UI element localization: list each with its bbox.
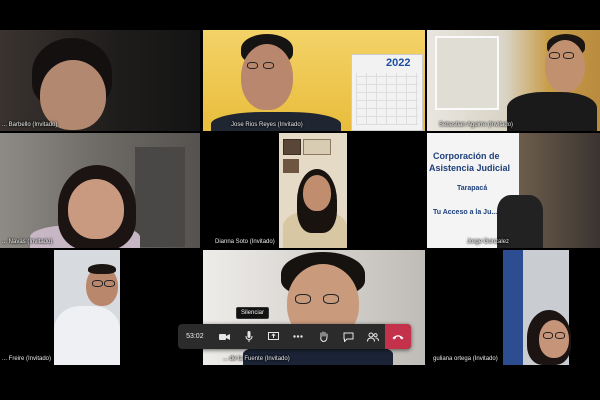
participant-tile[interactable]: ... Barbello (Invitado) [0, 30, 200, 131]
share-screen-icon [268, 332, 280, 340]
participant-tile[interactable]: guliana ortega (Invitado) [427, 250, 600, 365]
participant-tile[interactable]: ... Navas (Invitado) [0, 133, 200, 248]
raise-hand-icon [319, 331, 328, 342]
call-duration: 53:02 [186, 333, 204, 340]
participant-name: Sebastian Aguirre (Invitado) [439, 122, 514, 128]
participants-button[interactable] [360, 324, 385, 349]
participant-name: ... Barbello (Invitado) [2, 122, 58, 128]
participants-icon [366, 332, 379, 342]
chat-icon [343, 332, 353, 342]
raise-hand-button[interactable] [311, 324, 336, 349]
video-call-stage: ... Barbello (Invitado) 2022 Jose Rios R… [0, 0, 600, 400]
participant-name: Dianna Soto (Invitado) [215, 239, 275, 245]
participant-name: ... Freire (Invitado) [2, 356, 52, 362]
wall-calendar: 2022 [351, 54, 423, 131]
microphone-icon [245, 331, 253, 342]
participant-tile[interactable]: Dianna Soto (Invitado) [203, 133, 425, 248]
mute-button[interactable] [236, 324, 261, 349]
participant-name: ... Navas (Invitado) [2, 239, 53, 245]
mute-tooltip: Silenciar [236, 307, 270, 319]
participant-name: Jorge Gonzalez [467, 239, 510, 245]
chat-button[interactable] [336, 324, 361, 349]
leave-call-icon [392, 334, 404, 339]
share-screen-button[interactable] [261, 324, 286, 349]
camera-icon [218, 333, 230, 340]
participant-tile[interactable]: 2022 Jose Rios Reyes (Invitado) [203, 30, 425, 131]
participant-name: Jose Rios Reyes (Invitado) [231, 122, 303, 128]
meeting-toolbar: 53:02 [178, 324, 411, 349]
participant-tile[interactable]: ... Freire (Invitado) [0, 250, 200, 365]
participant-name: guliana ortega (Invitado) [433, 356, 498, 362]
more-options-button[interactable] [286, 324, 311, 349]
leave-call-button[interactable] [385, 324, 411, 349]
more-icon [293, 335, 304, 338]
participant-tile[interactable]: Sebastian Aguirre (Invitado) [427, 30, 600, 131]
participant-tile[interactable]: Corporación de Asistencia Judicial Tarap… [427, 133, 600, 248]
participant-name: ... de la Fuente (Invitado) [223, 356, 290, 362]
camera-button[interactable] [212, 324, 237, 349]
